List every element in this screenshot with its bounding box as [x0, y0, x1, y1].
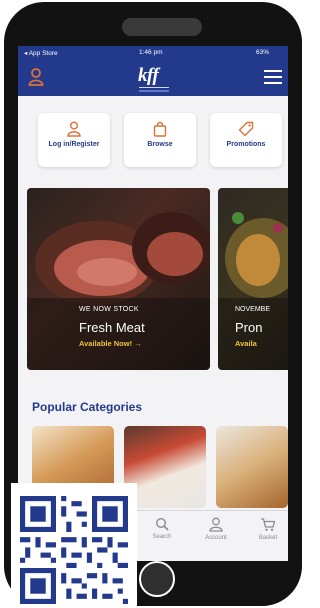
banner-cta-link[interactable]: Available Now! →: [79, 339, 142, 348]
logo-underline: [139, 87, 169, 88]
phone-speaker: [122, 18, 202, 36]
category-tile-bakery[interactable]: [216, 426, 288, 508]
logo-tagline-mark: [139, 90, 169, 92]
popular-categories-heading: Popular Categories: [32, 400, 143, 414]
hamburger-menu-icon[interactable]: [264, 70, 282, 89]
nav-search-label: Search: [152, 534, 172, 540]
browse-button[interactable]: Browse: [124, 113, 196, 167]
banner2-cta-link[interactable]: Availa: [235, 339, 257, 348]
app-header: kff: [18, 60, 288, 96]
nav-account-label: Account: [205, 535, 227, 541]
status-battery: 63%: [256, 49, 270, 56]
home-button[interactable]: [139, 561, 175, 597]
account-icon: [209, 517, 223, 532]
nav-basket[interactable]: Basket: [248, 517, 288, 541]
search-icon: [155, 517, 169, 531]
qr-code: [11, 483, 137, 608]
account-icon[interactable]: [28, 67, 44, 92]
nav-search[interactable]: Search: [142, 517, 182, 540]
bag-icon: [153, 121, 167, 137]
login-register-button[interactable]: Log in/Register: [38, 113, 110, 167]
kff-logo[interactable]: kff: [138, 65, 159, 87]
banner2-month-text: NOVEMBE: [235, 306, 271, 313]
qr-code-image: [20, 496, 128, 604]
banner2-headline: Pron: [235, 320, 263, 335]
promotions-button[interactable]: Promotions: [210, 113, 282, 167]
tag-icon: [238, 121, 254, 137]
user-icon: [67, 121, 81, 137]
status-carrier[interactable]: ◂ App Store: [24, 49, 58, 57]
promotions-label: Promotions: [226, 141, 266, 148]
browse-label: Browse: [147, 141, 173, 148]
status-bar: ◂ App Store 1:46 pm 63%: [18, 46, 288, 60]
november-promo-banner[interactable]: NOVEMBE Pron Availa: [218, 188, 288, 370]
banner-stock-text: WE NOW STOCK: [79, 306, 139, 313]
nav-account[interactable]: Account: [196, 517, 236, 541]
fresh-meat-banner[interactable]: WE NOW STOCK Fresh Meat Available Now! →: [27, 188, 210, 370]
nav-basket-label: Basket: [258, 535, 278, 541]
status-time: 1:46 pm: [139, 49, 163, 56]
basket-icon: [261, 518, 276, 531]
banner-headline: Fresh Meat: [79, 320, 145, 335]
login-register-label: Log in/Register: [48, 141, 100, 148]
